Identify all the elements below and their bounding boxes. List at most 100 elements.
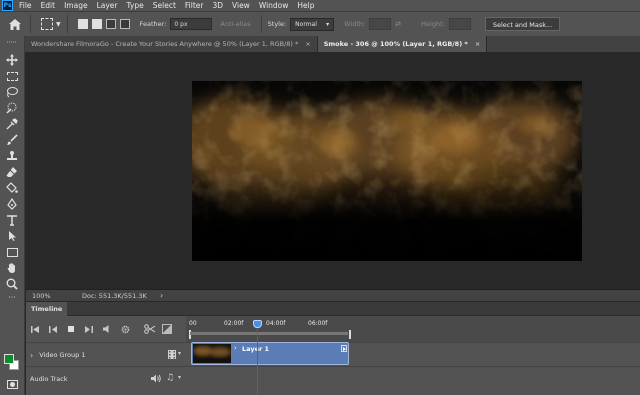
track-name: Audio Track bbox=[30, 375, 68, 383]
work-area-bar[interactable] bbox=[190, 332, 348, 335]
document-canvas[interactable] bbox=[192, 81, 582, 261]
status-menu-arrow[interactable]: › bbox=[160, 291, 163, 300]
clip-menu-icon[interactable] bbox=[341, 345, 347, 352]
next-frame-icon[interactable] bbox=[80, 320, 98, 338]
foreground-color-swatch[interactable] bbox=[4, 354, 14, 364]
quick-selection-tool-icon[interactable] bbox=[5, 101, 19, 115]
playback-controls bbox=[26, 316, 186, 342]
menu-bar: Ps File Edit Image Layer Type Select Fil… bbox=[0, 0, 640, 11]
eyedropper-tool-icon[interactable] bbox=[5, 117, 19, 131]
zoom-level[interactable]: 100% bbox=[32, 292, 82, 300]
width-label: Width: bbox=[344, 20, 366, 28]
zoom-tool-icon[interactable] bbox=[5, 277, 19, 291]
style-select[interactable]: Normal ▾ bbox=[290, 17, 335, 31]
tab-filmorago[interactable]: Wondershare FilmoraGo - Create Your Stor… bbox=[25, 36, 318, 52]
smoke-image bbox=[192, 81, 582, 261]
height-input[interactable] bbox=[448, 18, 471, 30]
track-name: Video Group 1 bbox=[39, 351, 86, 359]
options-bar: ▼ Feather: 0 px Anti-alias Style: Normal… bbox=[0, 11, 640, 36]
chevron-down-icon[interactable]: ▾ bbox=[178, 350, 181, 357]
menu-filter[interactable]: Filter bbox=[185, 0, 204, 11]
subtract-from-selection-icon[interactable] bbox=[105, 19, 116, 29]
paint-bucket-tool-icon[interactable] bbox=[5, 181, 19, 195]
tick-label: 06:00f bbox=[308, 320, 328, 327]
menu-window[interactable]: Window bbox=[259, 0, 289, 11]
tab-smoke[interactable]: Smoke - 306 @ 100% (Layer 1, RGB/8) * × bbox=[317, 36, 488, 52]
photoshop-logo[interactable]: Ps bbox=[2, 0, 13, 11]
select-and-mask-button[interactable]: Select and Mask... bbox=[484, 17, 561, 31]
tools-panel: ··· bbox=[0, 36, 25, 395]
audio-track-label[interactable]: Audio Track ♫ ▾ bbox=[26, 367, 186, 391]
music-note-icon[interactable]: ♫ bbox=[166, 373, 174, 383]
menu-type[interactable]: Type bbox=[127, 0, 144, 11]
menu-layer[interactable]: Layer bbox=[97, 0, 118, 11]
close-icon[interactable]: × bbox=[305, 40, 310, 48]
clip-label: Layer 1 bbox=[242, 345, 269, 353]
antialias-checkbox-label[interactable]: Anti-alias bbox=[220, 20, 250, 28]
transition-icon[interactable] bbox=[158, 320, 176, 338]
audio-playback-icon[interactable] bbox=[98, 320, 116, 338]
stop-icon[interactable] bbox=[62, 320, 80, 338]
panel-collapse-icon[interactable] bbox=[5, 39, 19, 45]
tick-label: 00 bbox=[189, 320, 197, 327]
split-scissors-icon[interactable] bbox=[140, 320, 158, 338]
quick-mask-icon[interactable] bbox=[5, 377, 19, 391]
video-group-label[interactable]: › Video Group 1 ▾ bbox=[26, 343, 186, 367]
menu-edit[interactable]: Edit bbox=[41, 0, 56, 11]
chevron-down-icon[interactable]: ▼ bbox=[56, 21, 61, 28]
first-frame-icon[interactable] bbox=[26, 320, 44, 338]
feather-input[interactable]: 0 px bbox=[170, 18, 213, 30]
status-bar: 100% Doc: 551.3K/551.3K › bbox=[26, 289, 640, 301]
tab-timeline[interactable]: Timeline bbox=[26, 302, 68, 316]
layer-clip[interactable]: › Layer 1 bbox=[191, 342, 349, 365]
stamp-tool-icon[interactable] bbox=[5, 149, 19, 163]
settings-gear-icon[interactable] bbox=[116, 320, 134, 338]
swap-icon[interactable]: ⇄ bbox=[395, 20, 401, 28]
hand-tool-icon[interactable] bbox=[5, 261, 19, 275]
pen-tool-icon[interactable] bbox=[5, 197, 19, 211]
move-tool-icon[interactable] bbox=[5, 53, 19, 67]
feather-label: Feather: bbox=[139, 20, 167, 28]
quick-mask-dot bbox=[9, 381, 15, 387]
rectangular-marquee-icon[interactable] bbox=[41, 18, 53, 30]
menu-help[interactable]: Help bbox=[297, 0, 314, 11]
menu-file[interactable]: File bbox=[19, 0, 32, 11]
playhead-handle[interactable] bbox=[253, 320, 262, 328]
close-icon[interactable]: × bbox=[475, 40, 480, 48]
tab-title: Wondershare FilmoraGo - Create Your Stor… bbox=[31, 40, 299, 48]
chevron-down-icon[interactable]: ▾ bbox=[178, 374, 181, 381]
eraser-tool-icon[interactable] bbox=[5, 165, 19, 179]
type-tool-icon[interactable] bbox=[5, 213, 19, 227]
style-label: Style: bbox=[267, 20, 287, 28]
menu-view[interactable]: View bbox=[232, 0, 250, 11]
previous-frame-icon[interactable] bbox=[44, 320, 62, 338]
rectangle-shape bbox=[6, 247, 18, 257]
width-input[interactable] bbox=[369, 18, 392, 30]
clip-thumbnail-image bbox=[193, 344, 231, 363]
divider bbox=[30, 15, 31, 33]
rectangle-tool-icon[interactable] bbox=[5, 245, 19, 259]
clip-expand-arrow-icon[interactable]: › bbox=[234, 344, 237, 352]
lasso-tool-icon[interactable] bbox=[5, 85, 19, 99]
path-selection-tool-icon[interactable] bbox=[5, 229, 19, 243]
home-icon[interactable] bbox=[6, 15, 24, 33]
add-to-selection-icon[interactable] bbox=[91, 19, 102, 29]
brush-tool-icon[interactable] bbox=[5, 133, 19, 147]
marquee-tool-icon[interactable] bbox=[5, 69, 19, 83]
menu-image[interactable]: Image bbox=[64, 0, 88, 11]
expand-arrow-icon[interactable]: › bbox=[30, 351, 33, 360]
menu-3d[interactable]: 3D bbox=[212, 0, 223, 11]
film-strip-icon[interactable] bbox=[168, 350, 178, 361]
speaker-icon[interactable] bbox=[151, 374, 162, 385]
divider bbox=[260, 15, 262, 33]
playhead-line bbox=[257, 320, 258, 395]
more-tools-icon[interactable]: ··· bbox=[5, 294, 19, 302]
marquee-shape bbox=[6, 71, 18, 81]
tick-label: 04:00f bbox=[266, 320, 286, 327]
menu-select[interactable]: Select bbox=[153, 0, 176, 11]
new-selection-icon[interactable] bbox=[77, 19, 88, 29]
work-area-end-handle[interactable] bbox=[349, 330, 351, 339]
timeline-panel: 00 02:00f 04:00f 06:00f › Video Group 1 … bbox=[26, 316, 640, 395]
audio-track-row: Audio Track ♫ ▾ bbox=[26, 366, 640, 390]
intersect-selection-icon[interactable] bbox=[119, 19, 130, 29]
